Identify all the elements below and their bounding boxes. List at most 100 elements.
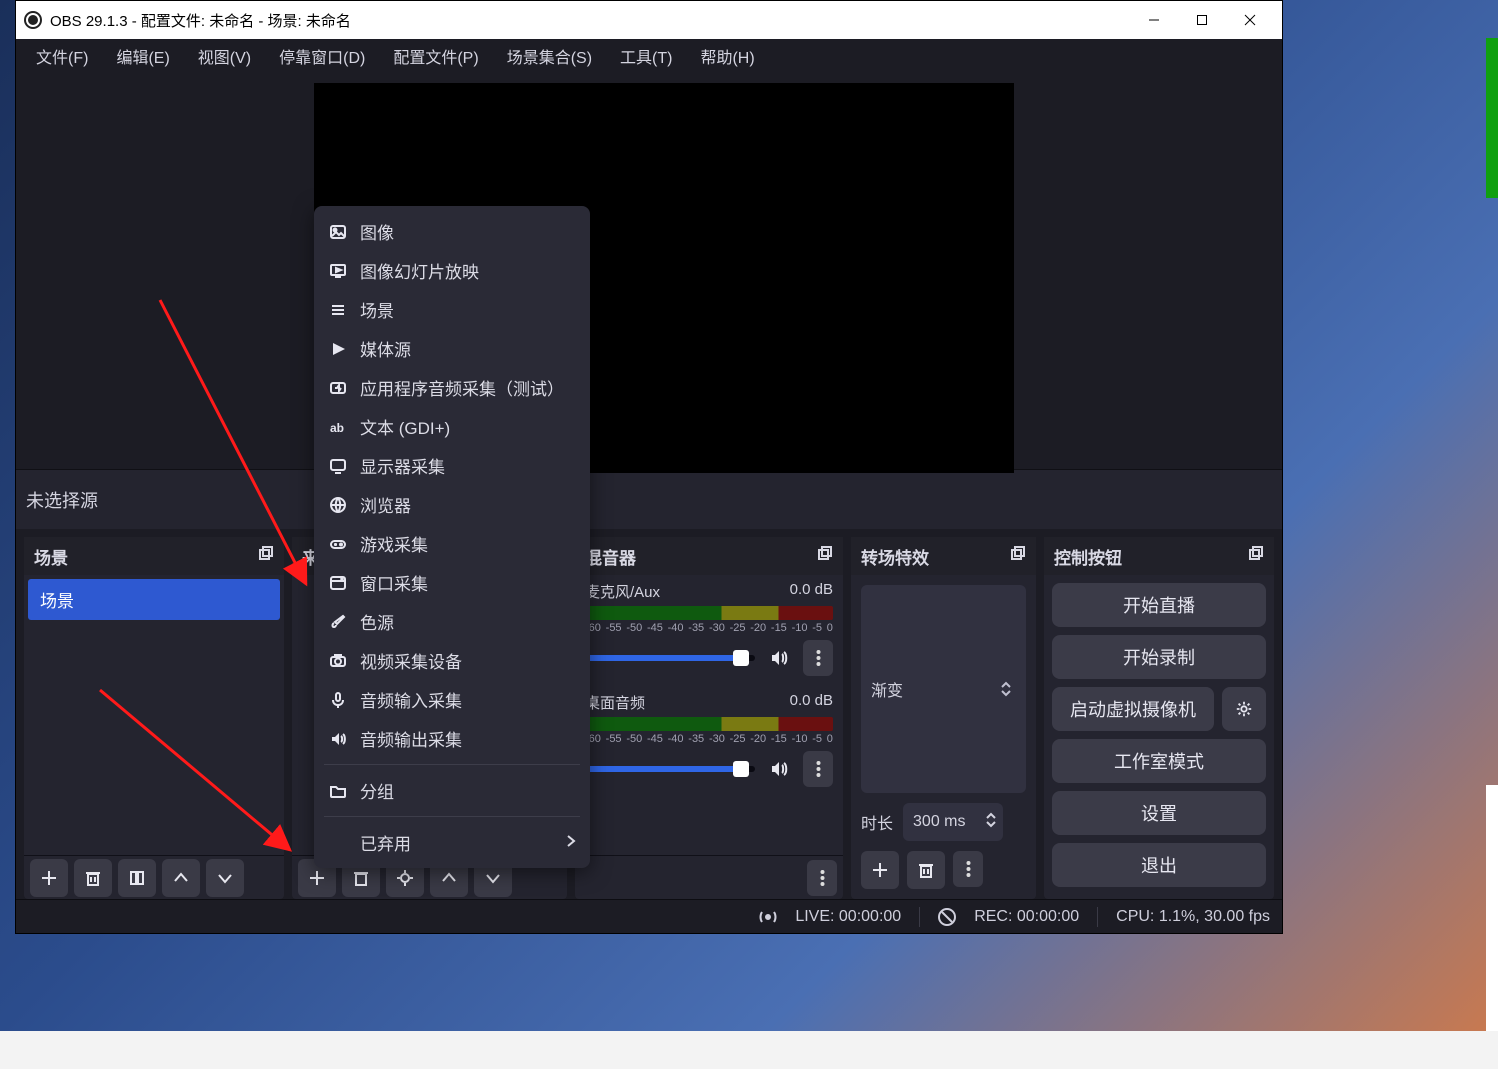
scene-remove-button[interactable]: [74, 859, 112, 897]
menu-file[interactable]: 文件(F): [22, 38, 102, 74]
mixer-volume-slider[interactable]: [585, 766, 755, 772]
popout-icon[interactable]: [817, 546, 833, 567]
scene-filter-button[interactable]: [118, 859, 156, 897]
mixer-channel-menu-button[interactable]: [803, 751, 833, 787]
mixer-channel-desktop: 桌面音频 0.0 dB -60-55-50-45-40-35-30-25-20-…: [575, 686, 843, 797]
dock-transitions-header[interactable]: 转场特效: [851, 537, 1036, 575]
transition-add-button[interactable]: [861, 851, 899, 889]
dock-transitions-title: 转场特效: [861, 544, 929, 569]
popout-icon[interactable]: [1010, 546, 1026, 567]
cm-media[interactable]: 媒体源: [314, 329, 590, 368]
list-icon: [328, 300, 348, 320]
mixer-channel-mic: 麦克风/Aux 0.0 dB -60-55-50-45-40-35-30-25-…: [575, 575, 843, 686]
menu-edit[interactable]: 编辑(E): [102, 38, 183, 74]
mixer-volume-slider[interactable]: [585, 655, 755, 661]
scene-add-button[interactable]: [30, 859, 68, 897]
mixer-channel-name: 桌面音频: [585, 692, 645, 713]
transition-duration-value: 300 ms: [913, 813, 965, 831]
popout-icon[interactable]: [258, 546, 274, 567]
mixer-menu-button[interactable]: [807, 860, 837, 896]
mixer-channel-db: 0.0 dB: [790, 581, 833, 602]
studio-mode-button[interactable]: 工作室模式: [1052, 739, 1266, 783]
menu-scenes[interactable]: 场景集合(S): [493, 38, 606, 74]
updown-icon: [985, 812, 997, 833]
svg-text:ab: ab: [330, 421, 344, 435]
dock-scenes-header[interactable]: 场景: [24, 537, 284, 575]
desktop-white-right: [1486, 785, 1498, 1069]
start-record-button[interactable]: 开始录制: [1052, 635, 1266, 679]
dock-transitions: 转场特效 渐变 时长 300 ms: [851, 537, 1036, 899]
window-close-button[interactable]: [1226, 1, 1274, 39]
scene-up-button[interactable]: [162, 859, 200, 897]
mixer-meter: [585, 717, 833, 731]
virtual-cam-button[interactable]: 启动虚拟摄像机: [1052, 687, 1214, 731]
cm-audio-in[interactable]: 音频输入采集: [314, 680, 590, 719]
taskbar: [0, 1031, 1498, 1069]
status-live: LIVE: 00:00:00: [795, 908, 901, 926]
mixer-ticks: -60-55-50-45-40-35-30-25-20-15-10-50: [585, 733, 833, 745]
dock-mixer: 混音器 麦克风/Aux 0.0 dB -60-55-50-45-40-35-30…: [575, 537, 843, 899]
transition-remove-button[interactable]: [907, 851, 945, 889]
cm-image[interactable]: 图像: [314, 212, 590, 251]
window-titlebar[interactable]: OBS 29.1.3 - 配置文件: 未命名 - 场景: 未命名: [16, 1, 1282, 39]
speaker-icon: [328, 729, 348, 749]
menu-view[interactable]: 视图(V): [184, 38, 265, 74]
menu-tools[interactable]: 工具(T): [606, 38, 686, 74]
speaker-icon[interactable]: [765, 644, 793, 672]
broadcast-icon: [759, 908, 777, 926]
menu-separator: [324, 764, 580, 765]
dock-mixer-title: 混音器: [585, 544, 636, 569]
cm-app-audio[interactable]: 应用程序音频采集（测试）: [314, 368, 590, 407]
menu-profile[interactable]: 配置文件(P): [379, 38, 492, 74]
add-source-context-menu: 图像 图像幻灯片放映 场景 媒体源 应用程序音频采集（测试） ab文本 (GDI…: [314, 206, 590, 868]
scene-down-button[interactable]: [206, 859, 244, 897]
text-icon: ab: [328, 417, 348, 437]
folder-icon: [328, 781, 348, 801]
cm-audio-out[interactable]: 音频输出采集: [314, 719, 590, 758]
mixer-meter: [585, 606, 833, 620]
menubar: 文件(F) 编辑(E) 视图(V) 停靠窗口(D) 配置文件(P) 场景集合(S…: [16, 39, 1282, 73]
cm-browser[interactable]: 浏览器: [314, 485, 590, 524]
scene-item[interactable]: 场景: [28, 579, 280, 620]
chevron-right-icon: [566, 833, 576, 853]
statusbar: LIVE: 00:00:00 REC: 00:00:00 CPU: 1.1%, …: [16, 899, 1282, 933]
dock-mixer-header[interactable]: 混音器: [575, 537, 843, 575]
cm-video-device[interactable]: 视频采集设备: [314, 641, 590, 680]
cm-color[interactable]: 色源: [314, 602, 590, 641]
obs-window: OBS 29.1.3 - 配置文件: 未命名 - 场景: 未命名 文件(F) 编…: [15, 0, 1283, 934]
exit-button[interactable]: 退出: [1052, 843, 1266, 887]
slideshow-icon: [328, 261, 348, 281]
window-minimize-button[interactable]: [1130, 1, 1178, 39]
camera-icon: [328, 651, 348, 671]
cm-scene[interactable]: 场景: [314, 290, 590, 329]
cm-slideshow[interactable]: 图像幻灯片放映: [314, 251, 590, 290]
play-icon: [328, 339, 348, 359]
cm-game[interactable]: 游戏采集: [314, 524, 590, 563]
window-icon: [328, 573, 348, 593]
menu-dock[interactable]: 停靠窗口(D): [265, 38, 379, 74]
settings-button[interactable]: 设置: [1052, 791, 1266, 835]
window-maximize-button[interactable]: [1178, 1, 1226, 39]
transition-menu-button[interactable]: [953, 851, 983, 887]
dock-controls-header[interactable]: 控制按钮: [1044, 537, 1274, 575]
popout-icon[interactable]: [1248, 546, 1264, 567]
cm-display[interactable]: 显示器采集: [314, 446, 590, 485]
dock-controls-title: 控制按钮: [1054, 544, 1122, 569]
cm-window[interactable]: 窗口采集: [314, 563, 590, 602]
mixer-channel-menu-button[interactable]: [803, 640, 833, 676]
cm-text[interactable]: ab文本 (GDI+): [314, 407, 590, 446]
transition-select[interactable]: 渐变: [861, 585, 1026, 793]
status-rec: REC: 00:00:00: [974, 908, 1079, 926]
menu-help[interactable]: 帮助(H): [686, 38, 768, 74]
docks-row: 场景 场景 来源: [16, 529, 1282, 899]
transition-duration-input[interactable]: 300 ms: [903, 803, 1003, 841]
start-stream-button[interactable]: 开始直播: [1052, 583, 1266, 627]
cm-deprecated[interactable]: 已弃用: [314, 823, 590, 862]
virtual-cam-settings-button[interactable]: [1222, 687, 1266, 731]
dock-scenes-title: 场景: [34, 544, 68, 569]
speaker-icon[interactable]: [765, 755, 793, 783]
source-toolbar: 未选择源: [16, 469, 1282, 529]
pause-icon: [938, 908, 956, 926]
mic-icon: [328, 690, 348, 710]
cm-group[interactable]: 分组: [314, 771, 590, 810]
